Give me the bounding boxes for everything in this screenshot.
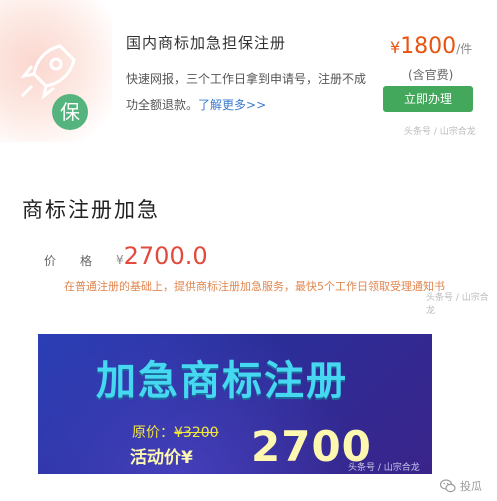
original-price-label: 原价： [132, 425, 174, 441]
learn-more-link[interactable]: 了解更多>> [198, 98, 266, 112]
promo-banner: 加急商标注册 原价：¥3200 活动价¥ 2700 头条号 / 山宗合龙 [38, 334, 432, 474]
service-card: 保 国内商标加急担保注册 快速网报，三个工作日拿到申请号，注册不成功全额退款。了… [0, 0, 497, 142]
product-title: 商标注册加急 [22, 198, 160, 222]
price-label: 价格 [44, 254, 117, 268]
price-unit: /件 [456, 42, 473, 56]
apply-now-button[interactable]: 立即办理 [383, 86, 473, 112]
price-currency: ¥ [390, 38, 401, 57]
service-description: 快速网报，三个工作日拿到申请号，注册不成功全额退款。了解更多>> [126, 66, 376, 118]
product-description: 在普通注册的基础上，提供商标注册加急服务，最快5个工作日领取受理通知书 [64, 280, 445, 293]
product-price-value: 2700.0 [123, 242, 208, 270]
wechat-icon [440, 479, 456, 493]
product-price-currency: ¥ [116, 253, 124, 267]
sale-price-label: 活动价¥ [130, 448, 193, 468]
product-price: ¥2700.0 [116, 242, 208, 270]
service-title: 国内商标加急担保注册 [126, 34, 287, 52]
banner-headline: 加急商标注册 [96, 358, 348, 404]
price-value: 1800 [400, 34, 457, 59]
card-illustration: 保 [0, 0, 112, 142]
service-price: ¥1800/件 [390, 34, 472, 59]
watermark: 头条号 / 山宗合龙 [426, 293, 489, 316]
guarantee-badge: 保 [52, 94, 88, 130]
footer-account-name: 投瓜 [460, 480, 482, 493]
watermark: 头条号 / 山宗合龙 [348, 463, 420, 473]
price-note: (含官费) [408, 68, 454, 82]
footer-watermark: 投瓜 [440, 478, 482, 494]
original-price: 原价：¥3200 [132, 422, 219, 442]
original-price-value: ¥3200 [174, 425, 219, 441]
watermark: 头条号 / 山宗合龙 [404, 127, 476, 137]
